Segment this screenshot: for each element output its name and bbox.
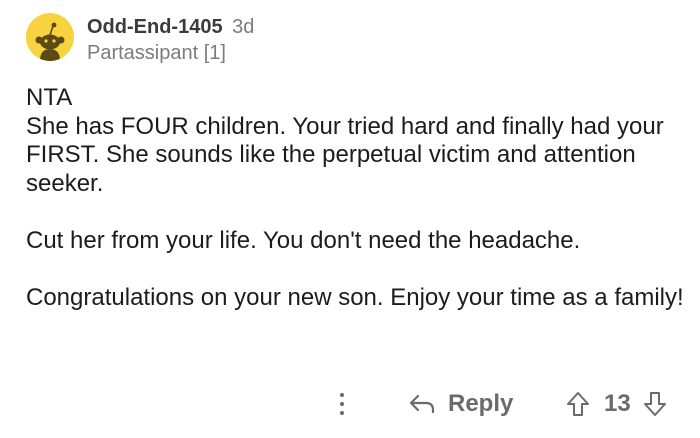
upvote-button[interactable] <box>566 391 590 417</box>
downvote-arrow-icon <box>643 392 666 416</box>
username[interactable]: Odd-End-1405 <box>87 16 223 38</box>
comment-body: NTA She has FOUR children. Your tried ha… <box>26 84 686 312</box>
upvote-arrow-icon <box>567 392 589 416</box>
reply-label: Reply <box>448 390 514 417</box>
comment-header: Odd-End-1405 3d Partassipant [1] <box>26 13 254 65</box>
body-line: NTA <box>26 84 73 111</box>
meta-line: Odd-End-1405 3d <box>87 15 254 39</box>
avatar[interactable] <box>26 13 74 61</box>
body-paragraph: She has FOUR children. Your tried hard a… <box>26 112 664 197</box>
downvote-button[interactable] <box>643 391 667 417</box>
vote-controls: 13 <box>566 386 667 422</box>
vote-count: 13 <box>604 390 631 417</box>
comment-card: Odd-End-1405 3d Partassipant [1] NTA She… <box>0 0 700 438</box>
timestamp: 3d <box>232 16 255 38</box>
reply-arrow-icon <box>409 394 435 414</box>
body-paragraph: Cut her from your life. You don't need t… <box>26 226 581 254</box>
reply-button[interactable]: Reply <box>408 386 513 422</box>
body-paragraph: Congratulations on your new son. Enjoy y… <box>26 283 684 311</box>
user-flair: Partassipant [1] <box>87 42 226 64</box>
comment-actions: Reply 13 <box>0 386 700 422</box>
snoo-avatar-icon <box>26 13 74 61</box>
more-vertical-icon <box>340 393 344 397</box>
comment-meta: Odd-End-1405 3d Partassipant [1] <box>87 15 254 65</box>
more-options-button[interactable] <box>334 390 350 418</box>
